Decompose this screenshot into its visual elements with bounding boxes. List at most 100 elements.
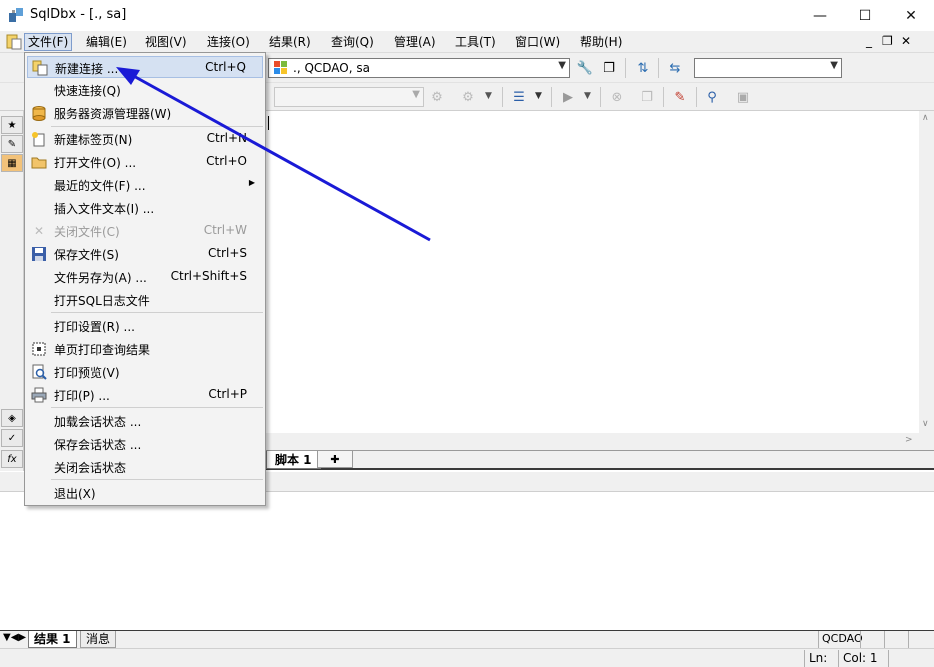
menu-query[interactable]: 查询(Q) bbox=[328, 33, 377, 51]
menu-tools[interactable]: 工具(T) bbox=[452, 33, 499, 51]
menu-item-label: 插入文件文本(I) ... bbox=[54, 202, 155, 216]
menu-item-print-preview[interactable]: 打印预览(V) bbox=[27, 361, 263, 383]
menu-results[interactable]: 结果(R) bbox=[266, 33, 314, 51]
menu-item-print[interactable]: 打印(P) ... Ctrl+P bbox=[27, 384, 263, 406]
commit-icon[interactable]: ❐ bbox=[638, 88, 656, 106]
editor-horizontal-scrollbar[interactable]: > bbox=[265, 433, 934, 450]
run-icon[interactable]: ▶ bbox=[559, 88, 577, 106]
menu-item-exit[interactable]: 退出(X) bbox=[27, 482, 263, 504]
document-icon bbox=[5, 33, 23, 51]
menu-item-open-file[interactable]: 打开文件(O) ... Ctrl+O bbox=[27, 151, 263, 173]
toolbar-separator bbox=[551, 87, 552, 107]
status-cell bbox=[860, 631, 884, 648]
chevron-down-icon[interactable]: ▼ bbox=[558, 60, 566, 71]
transfer-icon[interactable]: ⇆ bbox=[666, 59, 684, 77]
mdi-restore-button[interactable]: ❐ bbox=[882, 34, 893, 48]
tools-icon[interactable]: 🔧 bbox=[576, 59, 594, 77]
grid-icon[interactable]: ▦ bbox=[1, 154, 23, 172]
menu-item-quick-connect[interactable]: 快速连接(Q) bbox=[27, 79, 263, 101]
menu-item-open-sql-log[interactable]: 打开SQL日志文件 bbox=[27, 289, 263, 311]
menu-manage[interactable]: 管理(A) bbox=[391, 33, 439, 51]
tab-messages[interactable]: 消息 bbox=[80, 631, 117, 648]
menu-view[interactable]: 视图(V) bbox=[142, 33, 190, 51]
menu-item-recent-files[interactable]: 最近的文件(F) ... ▶ bbox=[27, 174, 263, 196]
clear-icon[interactable]: ✎ bbox=[671, 88, 689, 106]
submenu-arrow-icon: ▶ bbox=[248, 178, 255, 187]
toolbar-separator bbox=[658, 58, 659, 78]
menu-separator bbox=[51, 479, 263, 480]
open-folder-icon bbox=[30, 153, 48, 170]
scroll-right-icon[interactable]: > bbox=[905, 435, 913, 445]
toolbar-separator bbox=[502, 87, 503, 107]
chevron-down-icon[interactable]: ▼ bbox=[485, 91, 492, 101]
menu-item-save-as[interactable]: 文件另存为(A) ... Ctrl+Shift+S bbox=[27, 266, 263, 288]
scroll-down-icon[interactable]: ∨ bbox=[922, 419, 929, 429]
menu-item-shortcut: Ctrl+Q bbox=[205, 60, 246, 74]
sql-editor[interactable] bbox=[265, 111, 920, 433]
tables-icon[interactable]: ✎ bbox=[1, 135, 23, 153]
menu-separator bbox=[51, 126, 263, 127]
menu-item-print-setup[interactable]: 打印设置(R) ... bbox=[27, 315, 263, 337]
menu-item-save-file[interactable]: 保存文件(S) Ctrl+S bbox=[27, 243, 263, 265]
menu-item-close-file[interactable]: ✕ 关闭文件(C) Ctrl+W bbox=[27, 220, 263, 242]
printer-icon bbox=[30, 386, 48, 403]
left-panel: ★ ✎ ▦ ◈ ✓ fx bbox=[0, 111, 24, 471]
maximize-button[interactable]: ☐ bbox=[842, 0, 888, 31]
menu-file[interactable]: 文件(F) bbox=[24, 33, 73, 51]
object-explorer-icon[interactable]: ★ bbox=[1, 116, 23, 134]
editor-vertical-scrollbar[interactable]: ∧ ∨ bbox=[919, 111, 934, 433]
menu-separator bbox=[51, 312, 263, 313]
refresh-icon[interactable]: ⇅ bbox=[634, 59, 652, 77]
menu-item-server-explorer[interactable]: 服务器资源管理器(W) bbox=[27, 102, 263, 124]
menu-window[interactable]: 窗口(W) bbox=[512, 33, 563, 51]
menu-item-label: 新建标签页(N) bbox=[54, 133, 133, 147]
menu-item-shortcut: Ctrl+S bbox=[207, 246, 247, 260]
menu-item-load-session[interactable]: 加载会话状态 ... bbox=[27, 410, 263, 432]
chevron-down-icon[interactable]: ▼ bbox=[535, 91, 542, 101]
result-tab-strip: ▼◀▶ 结果 1 消息 QCDAO bbox=[0, 630, 934, 648]
tab-results-1[interactable]: 结果 1 bbox=[28, 631, 77, 648]
gear-icon[interactable]: ⚙ bbox=[428, 88, 446, 106]
connection-combo[interactable]: ., QCDAO, sa ▼ bbox=[268, 58, 570, 78]
menu-help[interactable]: 帮助(H) bbox=[577, 33, 625, 51]
scroll-up-icon[interactable]: ∧ bbox=[922, 113, 929, 123]
close-button[interactable]: ✕ bbox=[888, 0, 934, 31]
new-tab-icon bbox=[30, 130, 48, 147]
menu-item-label: 快速连接(Q) bbox=[54, 84, 121, 98]
server-explorer-icon bbox=[30, 104, 48, 121]
copy-connection-icon[interactable]: ❐ bbox=[600, 59, 618, 77]
window-icon[interactable]: ▣ bbox=[734, 88, 752, 106]
minimize-button[interactable]: — bbox=[797, 0, 843, 31]
panel-icon[interactable]: ◈ bbox=[1, 409, 23, 427]
list-format-icon[interactable]: ☰ bbox=[510, 88, 528, 106]
menu-item-single-page-print[interactable]: 单页打印查询结果 bbox=[27, 338, 263, 360]
menu-item-shortcut: Ctrl+N bbox=[206, 131, 247, 145]
function-icon[interactable]: fx bbox=[1, 450, 23, 468]
database-combo[interactable]: ▼ bbox=[694, 58, 842, 78]
server-cell: QCDAO bbox=[818, 631, 863, 648]
menu-edit[interactable]: 编辑(E) bbox=[83, 33, 130, 51]
tab-script-1[interactable]: 脚本 1 bbox=[266, 451, 321, 469]
connection-combo-value: ., QCDAO, sa bbox=[293, 61, 370, 75]
new-tab-icon[interactable]: ✚ bbox=[317, 451, 353, 468]
execute-options-icon[interactable]: ⚙ bbox=[459, 88, 477, 106]
chevron-down-icon[interactable]: ▼ bbox=[412, 89, 420, 100]
menu-item-save-session[interactable]: 保存会话状态 ... bbox=[27, 433, 263, 455]
menu-item-new-connection[interactable]: 新建连接 ... Ctrl+Q bbox=[27, 56, 263, 78]
menu-item-close-session[interactable]: 关闭会话状态 bbox=[27, 456, 263, 478]
new-connection-icon bbox=[31, 59, 49, 76]
mdi-minimize-button[interactable]: _ bbox=[866, 34, 872, 48]
menu-item-new-tab[interactable]: 新建标签页(N) Ctrl+N bbox=[27, 128, 263, 150]
chevron-down-icon[interactable]: ▼ bbox=[584, 91, 591, 101]
stop-icon[interactable]: ⊗ bbox=[608, 88, 626, 106]
tab-nav-arrows-icon[interactable]: ▼◀▶ bbox=[3, 632, 26, 643]
print-preview-icon bbox=[30, 363, 48, 380]
binoculars-icon[interactable]: ⚲ bbox=[703, 88, 721, 106]
schema-combo[interactable]: ▼ bbox=[274, 87, 424, 107]
snippets-icon[interactable]: ✓ bbox=[1, 429, 23, 447]
chevron-down-icon[interactable]: ▼ bbox=[830, 60, 838, 71]
menu-separator bbox=[51, 407, 263, 408]
menu-connect[interactable]: 连接(O) bbox=[204, 33, 253, 51]
menu-item-insert-file-text[interactable]: 插入文件文本(I) ... bbox=[27, 197, 263, 219]
mdi-close-button[interactable]: ✕ bbox=[901, 34, 911, 48]
